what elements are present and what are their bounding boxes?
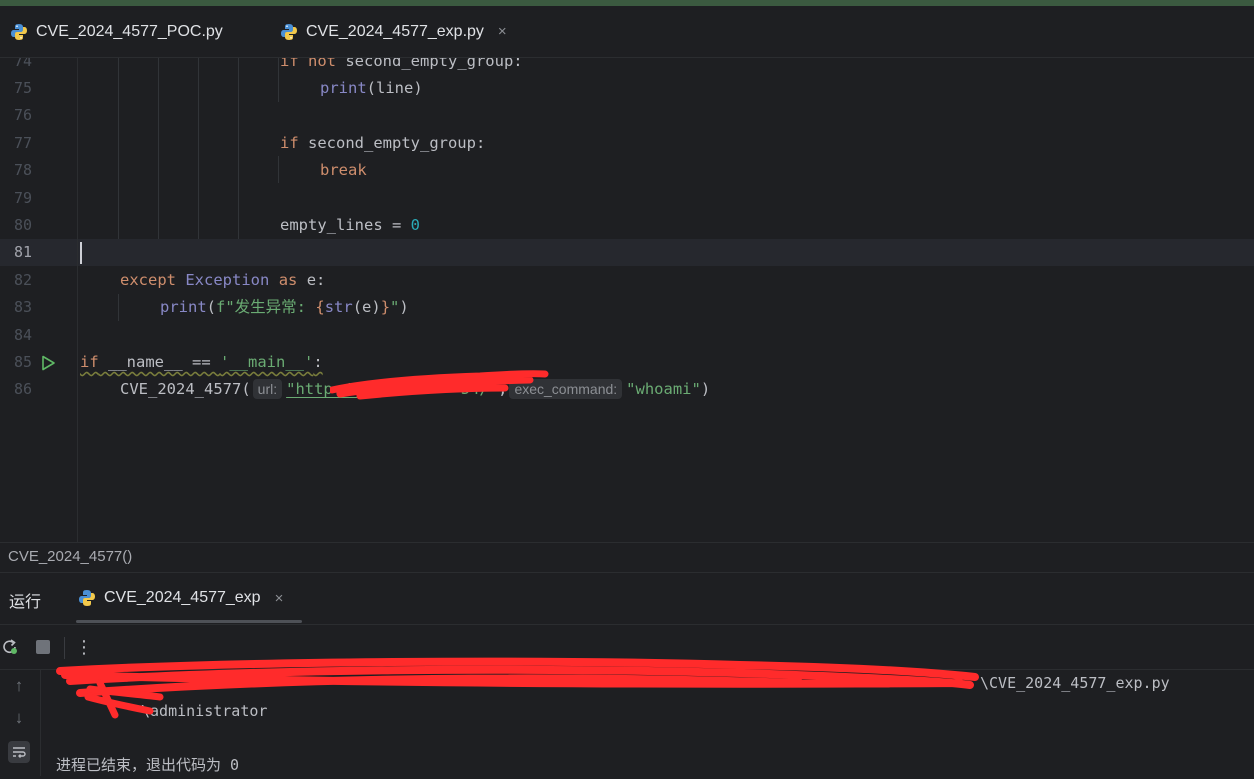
line-number: 75: [13, 79, 32, 97]
code-text: (e): [352, 298, 381, 316]
line-number: 86: [13, 380, 32, 398]
code-line-75: print(line): [320, 75, 423, 102]
editor-tab-bar: CVE_2024_4577_POC.py CVE_2024_4577_exp.p…: [0, 6, 1254, 63]
line-number: 82: [13, 271, 32, 289]
code-line-83: print(f"发生异常: {str(e)}"): [160, 294, 409, 321]
line-number: 85: [13, 353, 32, 371]
code-text: :: [313, 353, 323, 371]
close-icon[interactable]: ×: [498, 23, 507, 40]
line-number: 76: [13, 106, 32, 124]
indent-guide: [278, 156, 279, 183]
run-tool-window: 运行 CVE_2024_4577_exp × ⋮ ↑ ↓ \CVE_2024_4…: [0, 572, 1254, 776]
indent-guide: [118, 58, 119, 239]
class-name: Exception: [185, 271, 270, 289]
code-line-82: except Exception as e:: [120, 267, 325, 294]
tab-label: CVE_2024_4577_exp.py: [306, 22, 484, 40]
indent-guide: [278, 58, 279, 102]
console-output-line: \CVE_2024_4577_exp.py: [980, 674, 1170, 692]
indent-guide: [198, 58, 199, 239]
tab-label: CVE_2024_4577_POC.py: [36, 22, 223, 40]
function-call: CVE_2024_4577(: [120, 380, 251, 398]
string-literal: f"发生异常:: [216, 298, 316, 316]
gutter-divider: [77, 58, 78, 542]
code-text: (: [206, 298, 217, 316]
keyword: except: [120, 271, 176, 289]
keyword: if not: [280, 58, 336, 70]
python-icon: [11, 23, 27, 40]
run-gutter-icon[interactable]: [40, 355, 56, 371]
builtin: print: [320, 79, 367, 97]
string-literal: "whoami": [626, 380, 701, 398]
run-header: 运行 CVE_2024_4577_exp ×: [0, 573, 1254, 623]
rerun-icon[interactable]: [0, 637, 20, 657]
breadcrumb[interactable]: CVE_2024_4577(): [0, 542, 1254, 572]
code-editor[interactable]: 74 75 76 77 78 79 80 81 82 83 84 85 86 i…: [0, 58, 1254, 542]
python-icon: [79, 590, 95, 606]
code-line-78: break: [320, 157, 367, 184]
tab-poc-file[interactable]: CVE_2024_4577_POC.py: [10, 6, 223, 57]
code-line-74: if not second_empty_group:: [280, 58, 523, 75]
indent-guide: [158, 58, 159, 239]
code-text: empty_lines =: [280, 216, 411, 234]
string-literal: ": [390, 298, 400, 316]
python-icon: [281, 23, 297, 40]
fstring-brace: }: [380, 298, 391, 316]
console-side-toolbar: ↑ ↓: [0, 669, 41, 776]
text-caret: [80, 242, 82, 264]
line-number: 77: [13, 134, 32, 152]
code-line-85: if __name__ == '__main__':: [80, 349, 323, 376]
code-text: ): [399, 298, 409, 316]
code-text: ): [700, 380, 711, 398]
code-line-80: empty_lines = 0: [280, 212, 420, 239]
line-number: 78: [13, 161, 32, 179]
code-text: second_empty_group:: [298, 134, 486, 152]
run-panel-title[interactable]: 运行: [9, 588, 41, 612]
arrow-up-icon[interactable]: ↑: [8, 675, 30, 697]
code-text: e:: [297, 271, 326, 289]
code-text: (line): [366, 79, 423, 97]
code-text: second_empty_group:: [336, 58, 523, 70]
line-number: 83: [13, 298, 32, 316]
line-number-current: 81: [13, 243, 32, 261]
run-tab-label: CVE_2024_4577_exp: [104, 589, 261, 606]
number-literal: 0: [410, 216, 420, 234]
string-literal: '__main__': [220, 353, 314, 371]
line-number: 80: [13, 216, 32, 234]
fstring-brace: {: [315, 298, 325, 316]
builtin: str: [324, 298, 353, 316]
run-tab-indicator: [76, 620, 302, 623]
builtin: print: [160, 298, 207, 316]
tab-exp-file[interactable]: CVE_2024_4577_exp.py ×: [280, 6, 507, 57]
run-config-tab[interactable]: CVE_2024_4577_exp ×: [78, 573, 283, 623]
current-line-highlight: [0, 239, 1254, 266]
redaction-scribble: [330, 370, 549, 400]
line-number: 79: [13, 189, 32, 207]
arrow-down-icon[interactable]: ↓: [8, 707, 30, 729]
code-text: __name__ ==: [98, 353, 220, 371]
keyword: break: [320, 161, 367, 179]
code-line-77: if second_empty_group:: [280, 130, 485, 157]
param-hint-url: url:: [252, 379, 283, 399]
line-number: 74: [13, 58, 32, 70]
keyword: if: [80, 353, 99, 371]
close-icon[interactable]: ×: [275, 590, 284, 607]
keyword: if: [280, 134, 299, 152]
indent-guide: [118, 294, 119, 321]
soft-wrap-icon[interactable]: [8, 741, 30, 763]
indent-guide: [238, 58, 239, 239]
line-number: 84: [13, 326, 32, 344]
redaction-scribble: [56, 657, 979, 719]
keyword: as: [278, 271, 298, 289]
